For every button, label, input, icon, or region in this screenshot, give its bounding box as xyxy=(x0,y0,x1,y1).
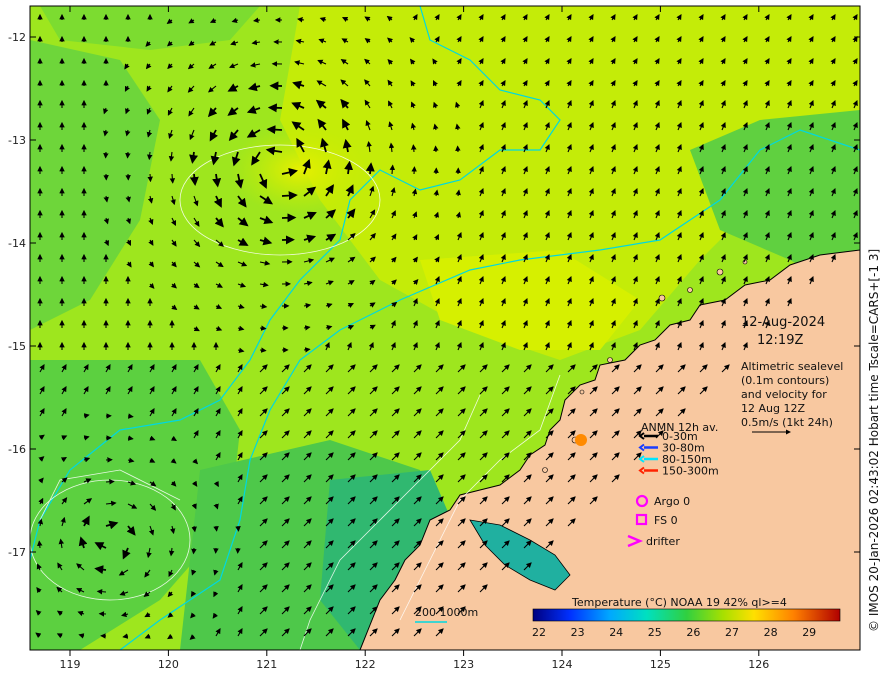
velocity-arrow xyxy=(127,413,134,419)
colorbar-title: Temperature (°C) NOAA 19 42% ql>=4 xyxy=(571,596,787,609)
credit-text: © IMOS 20-Jan-2026 02:43:02 Hobart time … xyxy=(867,249,880,632)
lon-tick-label: 124 xyxy=(552,658,573,671)
colorbar xyxy=(532,608,841,622)
lon-tick-label: 120 xyxy=(158,658,179,671)
velocity-arrow xyxy=(266,125,283,135)
desc-line-3: and velocity for xyxy=(741,388,827,401)
velocity-arrow xyxy=(37,540,43,549)
date-stamp: 12-Aug-2024 xyxy=(741,315,825,330)
lat-tick-label: -17 xyxy=(8,546,26,559)
velocity-arrow xyxy=(365,162,375,175)
argo-label: Argo 0 xyxy=(654,495,690,508)
lat-tick-label: -12 xyxy=(8,31,26,44)
lat-tick-label: -16 xyxy=(8,443,26,456)
colorbar-tick-label: 27 xyxy=(725,626,739,639)
lat-tick-label: -15 xyxy=(8,340,26,353)
time-stamp: 12:19Z xyxy=(757,333,803,348)
colorbar-tick-label: 26 xyxy=(686,626,700,639)
lon-tick-label: 121 xyxy=(256,658,277,671)
colorbar-tick-label: 22 xyxy=(532,626,546,639)
colorbar-tick-label: 29 xyxy=(802,626,816,639)
velocity-arrow xyxy=(105,479,115,485)
drifter-label: drifter xyxy=(646,535,680,548)
velocity-arrow xyxy=(235,525,241,532)
velocity-arrow xyxy=(303,347,311,353)
desc-line-4: 12 Aug 12Z xyxy=(741,402,805,415)
bathy-legend-label: 200 1000m xyxy=(415,606,478,619)
lon-tick-label: 119 xyxy=(60,658,81,671)
velocity-arrow xyxy=(259,347,267,353)
velocity-arrow xyxy=(191,547,197,555)
velocity-arrow xyxy=(213,525,219,532)
colorbar-tick-label: 24 xyxy=(609,626,623,639)
fs-label: FS 0 xyxy=(654,514,678,527)
lat-tick-label: -14 xyxy=(8,237,26,250)
velocity-arrow xyxy=(169,173,176,184)
colorbar-tick-label: 23 xyxy=(571,626,585,639)
desc-line-1: Altimetric sealevel xyxy=(741,360,843,373)
lon-tick-label: 122 xyxy=(355,658,376,671)
desc-line-5: 0.5m/s (1kt 24h) xyxy=(741,416,833,429)
sst-map-figure: 119 120 121 122 123 124 125 126 -12 -13 -14 -15 -16… xyxy=(8,5,880,671)
velocity-arrow xyxy=(411,144,417,153)
colorbar-tick-label: 28 xyxy=(764,626,778,639)
lon-tick-label: 126 xyxy=(748,658,769,671)
colorbar-tick-label: 25 xyxy=(648,626,662,639)
warm-hotspot xyxy=(575,434,587,446)
velocity-arrow xyxy=(146,151,153,161)
lon-tick-label: 123 xyxy=(453,658,474,671)
map-panel xyxy=(30,6,860,650)
lon-tick-label: 125 xyxy=(650,658,671,671)
velocity-arrow xyxy=(389,164,396,175)
legend-item-label: 150-300m xyxy=(662,465,719,478)
velocity-arrow xyxy=(96,588,107,595)
desc-line-2: (0.1m contours) xyxy=(741,374,829,387)
velocity-arrow xyxy=(281,191,298,201)
velocity-arrow xyxy=(259,325,267,331)
velocity-arrow xyxy=(189,173,199,187)
lat-tick-label: -13 xyxy=(8,134,26,147)
